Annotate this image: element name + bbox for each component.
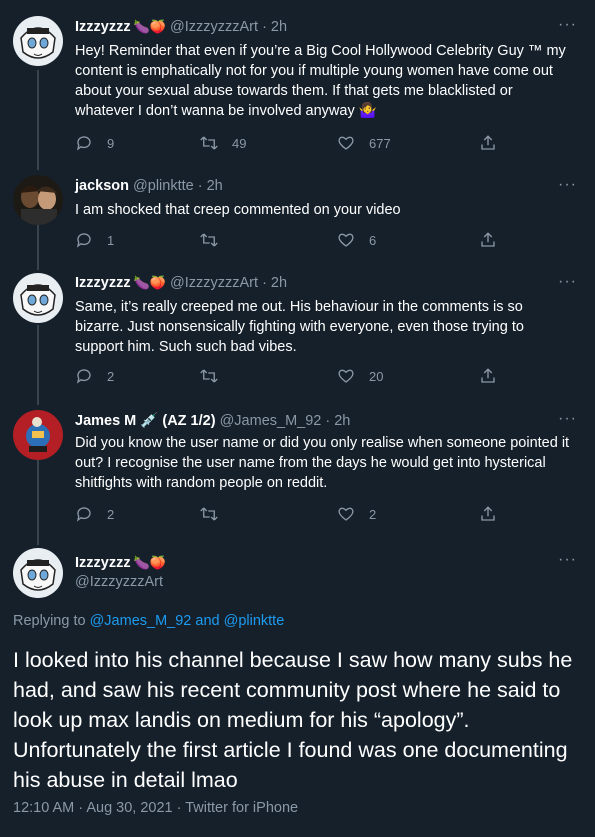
like-button[interactable]: 6 — [337, 231, 376, 249]
mention-link[interactable]: @plinktte — [224, 613, 285, 629]
like-button[interactable]: 677 — [337, 134, 391, 152]
reply-count: 9 — [107, 135, 115, 151]
retweet-icon — [200, 136, 218, 150]
like-count: 2 — [369, 506, 377, 522]
tweet-text: I am shocked that creep commented on you… — [75, 202, 401, 218]
tweet-header: jackson @plinktte · 2h — [75, 178, 223, 194]
like-count: 6 — [369, 232, 377, 248]
avatar[interactable] — [13, 16, 63, 66]
user-handle[interactable]: @James_M_92 — [220, 413, 322, 429]
like-count: 20 — [369, 368, 384, 384]
tweet-time[interactable]: · 2h — [325, 413, 350, 429]
reply-button[interactable]: 2 — [75, 367, 114, 385]
tweet-actions: 2 2 — [75, 505, 515, 525]
reply-icon — [76, 369, 91, 384]
avatar[interactable] — [13, 175, 63, 225]
mention-link[interactable]: @James_M_92 — [90, 613, 192, 629]
share-icon — [481, 506, 495, 521]
more-options-button[interactable]: ··· — [558, 176, 577, 194]
name-emojis: 🍆🍑 — [133, 555, 166, 570]
display-name[interactable]: Izzzyzzz — [75, 275, 131, 291]
reply-count: 2 — [107, 368, 115, 384]
name-emojis: 🍆🍑 — [133, 19, 166, 34]
retweet-icon — [200, 507, 218, 521]
avatar[interactable] — [13, 273, 63, 323]
replying-to: Replying to @James_M_92 and @plinktte — [13, 613, 284, 629]
tweet-text: Hey! Reminder that even if you’re a Big … — [75, 43, 566, 119]
tweet[interactable]: jackson @plinktte · 2h ··· I am shocked … — [0, 170, 595, 270]
tweet-time[interactable]: · 2h — [262, 19, 287, 35]
avatar[interactable] — [13, 548, 63, 598]
tweet-time[interactable]: · 2h — [198, 178, 223, 194]
more-options-button[interactable]: ··· — [558, 16, 577, 34]
mention-and[interactable]: and — [195, 613, 219, 629]
display-name[interactable]: jackson — [75, 178, 129, 194]
tweet-text: Did you know the user name or did you on… — [75, 435, 570, 491]
tweet-actions: 9 49 677 — [75, 134, 515, 154]
share-icon — [481, 135, 495, 150]
heart-icon — [338, 233, 354, 247]
tweet-header: Izzzyzzz 🍆🍑 @IzzzyzzzArt · 2h — [75, 275, 287, 291]
share-icon — [481, 368, 495, 383]
replying-prefix: Replying to — [13, 613, 86, 629]
user-handle[interactable]: @IzzzyzzzArt — [170, 275, 258, 291]
share-button[interactable] — [479, 505, 511, 523]
retweet-icon — [200, 369, 218, 383]
reply-button[interactable]: 2 — [75, 505, 114, 523]
share-button[interactable] — [479, 231, 511, 249]
retweet-count: 49 — [232, 135, 247, 151]
display-name[interactable]: Izzzyzzz — [75, 19, 131, 35]
like-button[interactable]: 2 — [337, 505, 376, 523]
tweet-actions: 2 20 — [75, 367, 515, 387]
tweet-header: Izzzyzzz 🍆🍑 @IzzzyzzzArt · 2h — [75, 19, 287, 35]
avatar[interactable] — [13, 410, 63, 460]
user-handle[interactable]: @IzzzyzzzArt — [170, 19, 258, 35]
reply-count: 1 — [107, 232, 115, 248]
tweet-timestamp[interactable]: 12:10 AM · Aug 30, 2021 · Twitter for iP… — [13, 800, 298, 816]
share-icon — [481, 232, 495, 247]
tweet-header: James M 💉 (AZ 1/2) @James_M_92 · 2h — [75, 412, 350, 429]
heart-icon — [338, 136, 354, 150]
like-button[interactable]: 20 — [337, 367, 383, 385]
retweet-button[interactable] — [200, 231, 232, 249]
reply-count: 2 — [107, 506, 115, 522]
user-handle[interactable]: @plinktte — [133, 178, 194, 194]
reply-icon — [76, 136, 91, 151]
more-options-button[interactable]: ··· — [558, 410, 577, 428]
display-name[interactable]: Izzzyzzz — [75, 555, 131, 571]
share-button[interactable] — [479, 367, 511, 385]
more-options-button[interactable]: ··· — [558, 273, 577, 291]
main-tweet-text: I looked into his channel because I saw … — [13, 648, 573, 792]
tweet-time[interactable]: · 2h — [262, 275, 287, 291]
heart-icon — [338, 369, 354, 383]
share-button[interactable] — [479, 134, 511, 152]
more-options-button[interactable]: ··· — [558, 551, 577, 569]
tweet-actions: 1 6 — [75, 231, 515, 251]
reply-button[interactable]: 1 — [75, 231, 114, 249]
reply-icon — [76, 233, 91, 248]
reply-icon — [76, 507, 91, 522]
display-name[interactable]: James M 💉 (AZ 1/2) — [75, 413, 216, 429]
tweet[interactable]: James M 💉 (AZ 1/2) @James_M_92 · 2h ··· … — [0, 405, 595, 545]
retweet-button[interactable] — [200, 505, 232, 523]
user-handle[interactable]: @IzzzyzzzArt — [75, 574, 163, 590]
tweet[interactable]: Izzzyzzz 🍆🍑 @IzzzyzzzArt · 2h ··· Same, i… — [0, 270, 595, 405]
heart-icon — [338, 507, 354, 521]
like-count: 677 — [369, 135, 391, 151]
tweet-text: Same, it’s really creeped me out. His be… — [75, 299, 524, 355]
reply-button[interactable]: 9 — [75, 134, 114, 152]
tweet[interactable]: Izzzyzzz 🍆🍑 @IzzzyzzzArt · 2h ··· Hey! Re… — [0, 0, 595, 170]
retweet-button[interactable]: 49 — [200, 134, 246, 152]
name-emojis: 🍆🍑 — [133, 275, 166, 290]
retweet-button[interactable] — [200, 367, 232, 385]
retweet-icon — [200, 233, 218, 247]
main-tweet-name: Izzzyzzz 🍆🍑 — [75, 555, 166, 571]
